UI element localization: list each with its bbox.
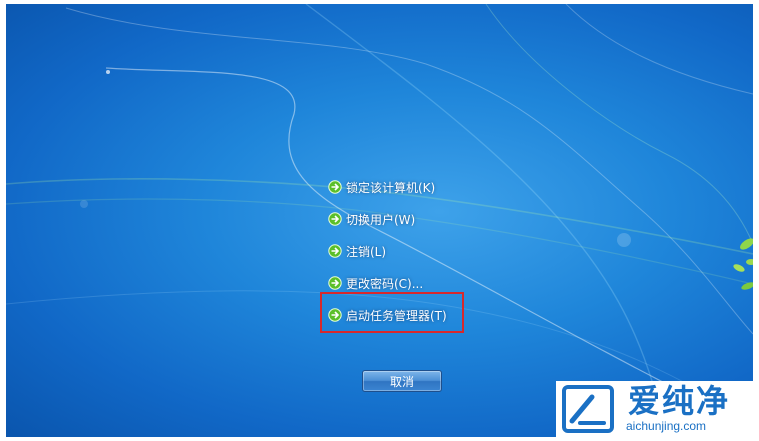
ctrl-alt-del-screen: 锁定该计算机(K) 切换用户(W) 注销(L) 更改密码(C)... 启动任务管…: [6, 4, 753, 437]
menu-item-log-off[interactable]: 注销(L): [328, 240, 386, 262]
green-arrow-icon: [328, 212, 342, 226]
green-arrow-icon: [328, 244, 342, 258]
aichunjing-logo-icon: [562, 385, 614, 433]
menu-item-label: 注销(L): [346, 244, 387, 259]
highlight-annotation-box: [320, 292, 464, 333]
watermark: 爱纯净 aichunjing.com: [556, 381, 753, 437]
menu-item-switch-user[interactable]: 切换用户(W): [328, 208, 415, 230]
menu-item-lock-computer[interactable]: 锁定该计算机(K): [328, 176, 435, 198]
menu-item-change-password[interactable]: 更改密码(C)...: [328, 272, 423, 294]
leaf-decoration-icon: [733, 238, 753, 290]
watermark-title: 爱纯净: [628, 382, 731, 420]
menu-item-label: 切换用户(W): [346, 212, 416, 227]
menu-item-label: 更改密码(C)...: [346, 276, 424, 291]
watermark-url: aichunjing.com: [626, 419, 707, 433]
cancel-button[interactable]: 取消: [362, 370, 442, 392]
green-arrow-icon: [328, 180, 342, 194]
green-arrow-icon: [328, 276, 342, 290]
menu-item-label: 锁定该计算机(K): [346, 180, 436, 195]
